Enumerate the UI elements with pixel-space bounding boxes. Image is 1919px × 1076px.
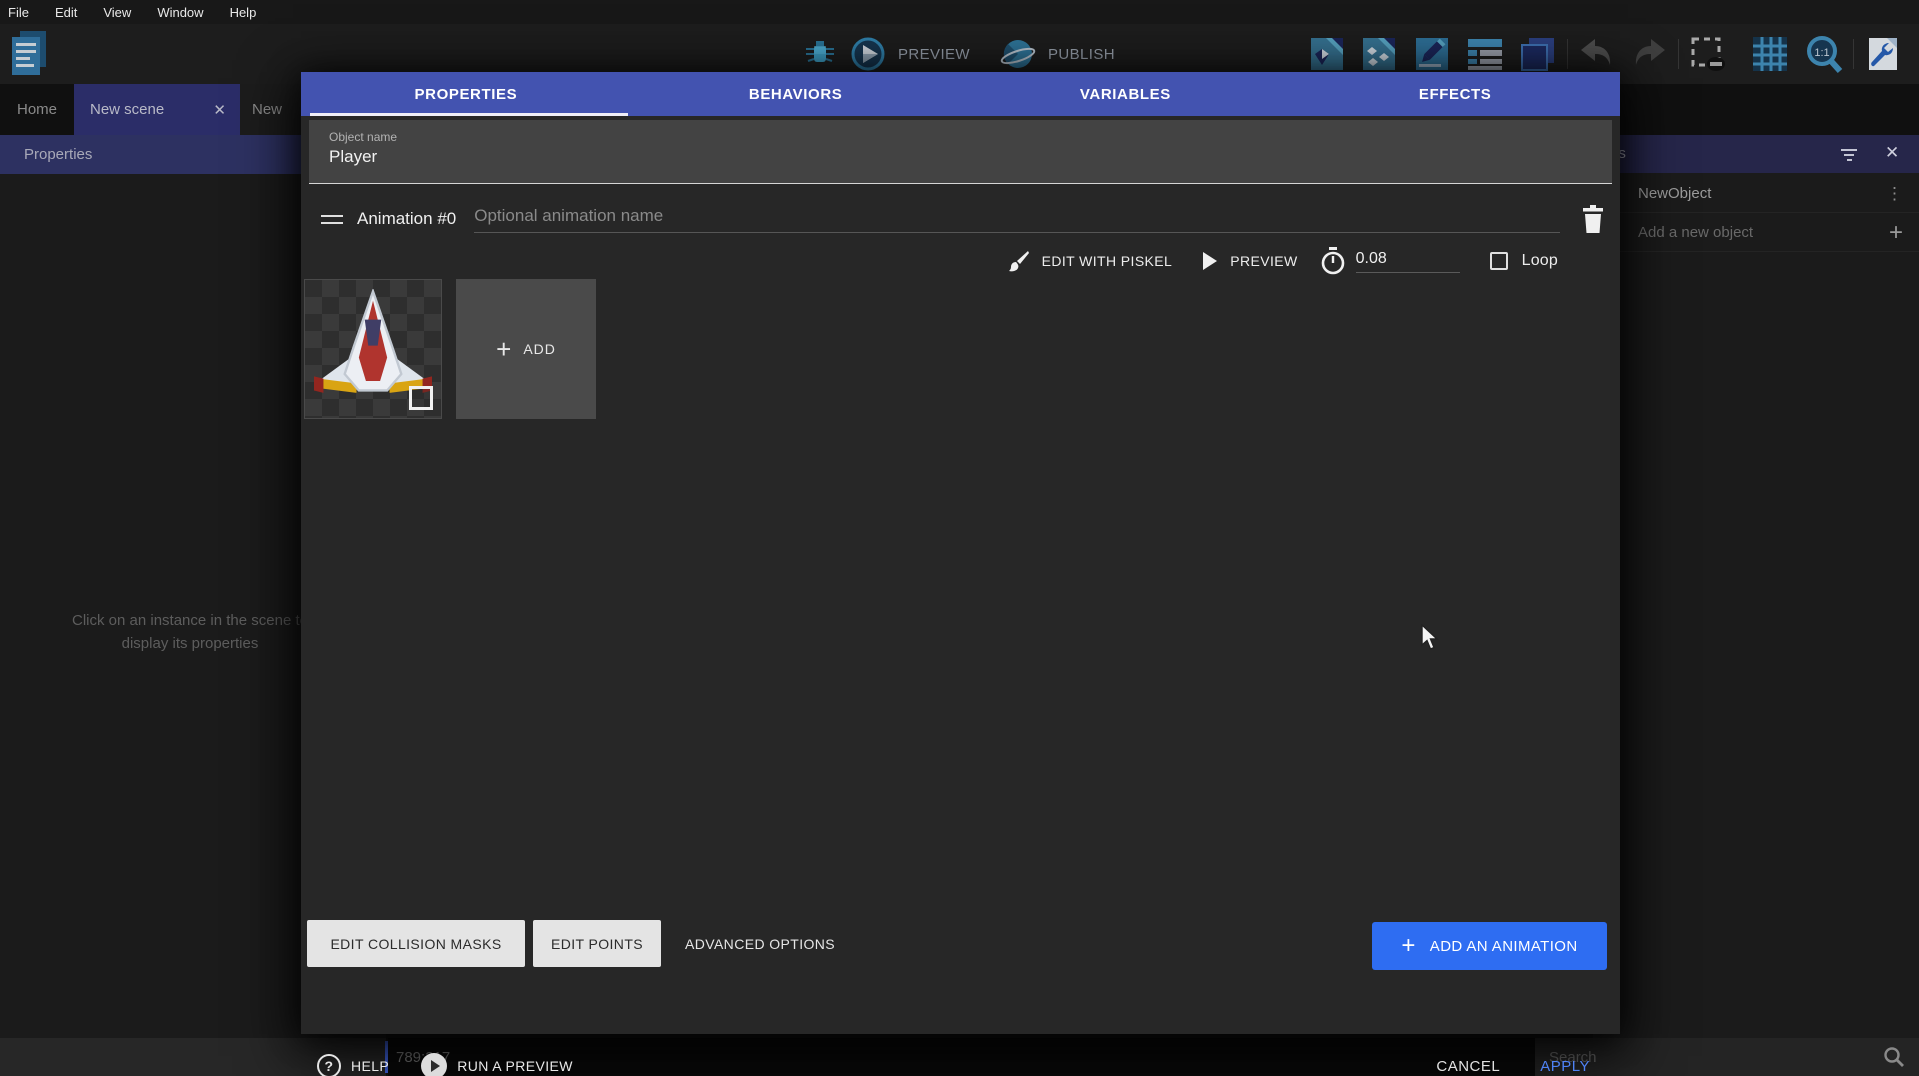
object-name-input[interactable] xyxy=(329,147,1529,167)
add-new-object-row[interactable]: Add a new object + xyxy=(1593,214,1919,252)
add-object-label: Add a new object xyxy=(1638,224,1753,241)
run-a-preview-button[interactable]: RUN A PREVIEW xyxy=(457,1058,573,1074)
settings-wrench-icon[interactable] xyxy=(1863,34,1903,74)
mouse-cursor xyxy=(1420,624,1442,652)
grid-icon[interactable] xyxy=(1750,34,1790,74)
animation-controls-row: EDIT WITH PISKEL PREVIEW Loop xyxy=(1008,242,1558,280)
svg-text:1:1: 1:1 xyxy=(1814,47,1829,59)
object-name-label: NewObject xyxy=(1638,185,1711,202)
tab-effects[interactable]: EFFECTS xyxy=(1290,72,1620,116)
open-project-manager-icon[interactable] xyxy=(1307,34,1347,74)
undo-icon[interactable] xyxy=(1577,34,1617,74)
objects-search-bar xyxy=(1535,1038,1919,1076)
dialog-tab-bar: PROPERTIES BEHAVIORS VARIABLES EFFECTS xyxy=(301,72,1620,116)
brush-icon xyxy=(1008,250,1030,272)
object-menu-kebab-icon[interactable]: ⋮ xyxy=(1886,184,1903,204)
preview-animation-button[interactable]: PREVIEW xyxy=(1230,253,1297,269)
cancel-button[interactable]: CANCEL xyxy=(1436,1058,1500,1075)
tab-home[interactable]: Home xyxy=(0,84,74,135)
objects-panel-header: Objects ✕ xyxy=(1593,135,1919,173)
help-icon: ? xyxy=(317,1054,341,1076)
add-frame-button[interactable]: + ADD xyxy=(456,279,596,419)
add-object-plus-icon[interactable]: + xyxy=(1889,224,1903,242)
debug-icon[interactable] xyxy=(800,34,840,74)
tab-new-scene-label: New scene xyxy=(90,101,164,118)
menu-window[interactable]: Window xyxy=(157,5,203,20)
tab-behaviors[interactable]: BEHAVIORS xyxy=(631,72,961,116)
time-between-frames-input[interactable] xyxy=(1356,250,1460,272)
gdevelop-window: File Edit View Window Help xyxy=(0,0,1919,1076)
object-editor-dialog: PROPERTIES BEHAVIORS VARIABLES EFFECTS O… xyxy=(301,72,1620,1034)
timer-icon xyxy=(1320,247,1346,275)
preview-button[interactable]: PREVIEW xyxy=(898,46,970,63)
project-manager-icon[interactable] xyxy=(8,29,48,77)
tab-variables[interactable]: VARIABLES xyxy=(961,72,1291,116)
run-preview-icon xyxy=(421,1053,447,1076)
drag-handle-icon[interactable] xyxy=(321,210,343,229)
edit-scene-icon[interactable] xyxy=(1412,34,1452,74)
objects-panel: Objects ✕ NewObject ⋮ Add a new object + xyxy=(1593,135,1919,1038)
animation-title: Animation #0 xyxy=(357,209,456,229)
redo-icon[interactable] xyxy=(1629,34,1669,74)
toolbar-separator xyxy=(1678,39,1679,69)
animation-frames-row: + ADD xyxy=(304,279,596,419)
animation-header-row: Animation #0 xyxy=(309,198,1612,240)
layers-icon[interactable] xyxy=(1518,34,1558,74)
search-icon xyxy=(1883,1046,1905,1068)
menu-help[interactable]: Help xyxy=(230,5,257,20)
filter-icon[interactable] xyxy=(1840,146,1858,162)
close-panel-icon[interactable]: ✕ xyxy=(1885,143,1899,163)
help-button[interactable]: HELP xyxy=(351,1058,389,1074)
object-name-field-label: Object name xyxy=(329,130,1612,144)
time-between-frames-field xyxy=(1356,250,1460,273)
object-name-field: Object name xyxy=(309,120,1612,184)
toolbar-separator xyxy=(1567,39,1568,69)
preview-play-icon[interactable] xyxy=(848,34,888,74)
deselect-instances-icon[interactable] xyxy=(1688,34,1728,74)
toolbar-right: 1:1 xyxy=(1307,33,1903,75)
object-list-item[interactable]: NewObject ⋮ xyxy=(1593,175,1919,213)
delete-animation-button[interactable] xyxy=(1574,200,1612,238)
add-an-animation-button[interactable]: + ADD AN ANIMATION xyxy=(1372,922,1607,970)
frame-thumbnail[interactable] xyxy=(304,279,442,419)
tab-new-partial-label: New xyxy=(252,101,282,118)
play-icon xyxy=(1202,252,1218,270)
dialog-footer-left: ? HELP RUN A PREVIEW xyxy=(317,1044,573,1076)
toolbar-separator xyxy=(1853,39,1854,69)
edit-with-piskel-button[interactable]: EDIT WITH PISKEL xyxy=(1042,253,1173,269)
properties-panel-title: Properties xyxy=(24,146,92,163)
tab-home-label: Home xyxy=(17,101,57,118)
animation-name-input[interactable] xyxy=(474,206,1560,232)
add-an-animation-label: ADD AN ANIMATION xyxy=(1430,938,1578,955)
menu-edit[interactable]: Edit xyxy=(55,5,77,20)
advanced-options-button[interactable]: ADVANCED OPTIONS xyxy=(673,920,847,967)
loop-label: Loop xyxy=(1522,252,1558,270)
apply-button[interactable]: APPLY xyxy=(1540,1058,1590,1075)
add-frame-label: ADD xyxy=(523,341,556,357)
tab-close-icon[interactable]: ✕ xyxy=(213,101,226,119)
zoom-original-icon[interactable]: 1:1 xyxy=(1804,34,1844,74)
menu-file[interactable]: File xyxy=(8,5,29,20)
edit-collision-masks-button[interactable]: EDIT COLLISION MASKS xyxy=(307,920,525,967)
edit-points-button[interactable]: EDIT POINTS xyxy=(533,920,661,967)
animation-name-field xyxy=(474,206,1560,233)
events-list-icon[interactable] xyxy=(1465,34,1505,74)
frame-select-checkbox[interactable] xyxy=(409,386,433,410)
plus-icon: + xyxy=(1401,936,1415,956)
active-tab-indicator xyxy=(310,113,628,116)
loop-checkbox[interactable] xyxy=(1490,252,1508,270)
trash-icon xyxy=(1581,205,1605,233)
plus-icon: + xyxy=(496,339,511,359)
objects-list-icon[interactable] xyxy=(1359,34,1399,74)
dialog-footer-right: CANCEL APPLY xyxy=(1436,1044,1590,1076)
menu-bar: File Edit View Window Help xyxy=(0,0,1919,24)
search-input[interactable] xyxy=(1549,1049,1883,1066)
menu-view[interactable]: View xyxy=(103,5,131,20)
publish-globe-icon[interactable] xyxy=(998,34,1038,74)
toolbar-center: PREVIEW PUBLISH xyxy=(800,32,1115,76)
tab-properties[interactable]: PROPERTIES xyxy=(301,72,631,116)
tab-new-scene[interactable]: New scene ✕ xyxy=(74,84,240,135)
publish-button[interactable]: PUBLISH xyxy=(1048,46,1115,63)
